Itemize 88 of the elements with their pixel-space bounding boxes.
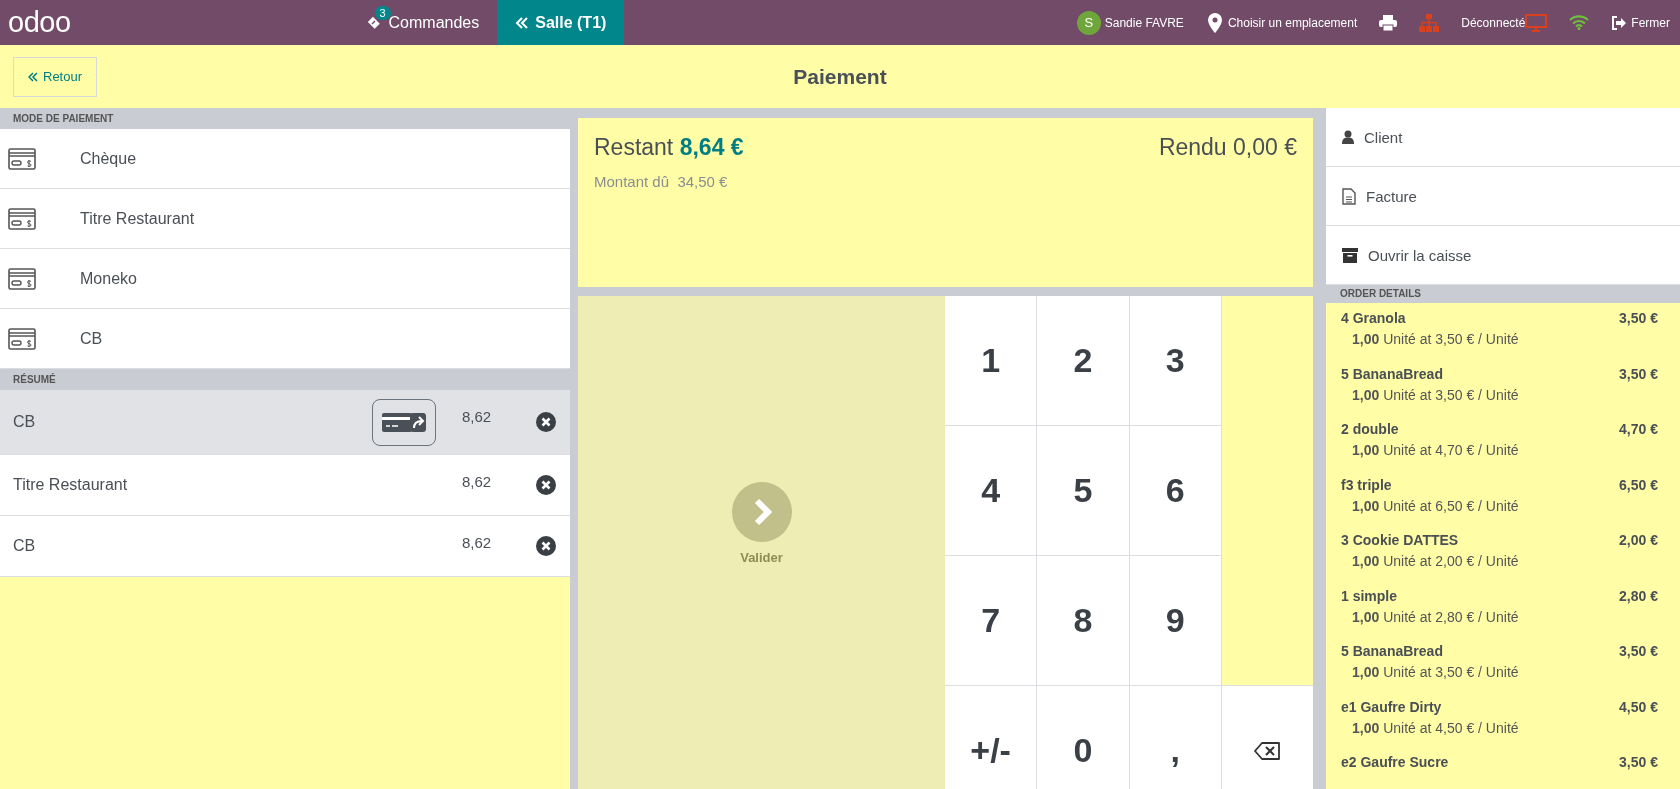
amount-due: Montant dû 34,50 € xyxy=(594,173,728,190)
payment-amount: 8,62 xyxy=(462,534,493,551)
order-line-name: 5 BananaBread xyxy=(1341,643,1443,659)
order-line-detail: 1,00 Unité at 3,50 € / Unité xyxy=(1352,331,1520,347)
order-line-name: 2 double xyxy=(1341,421,1399,437)
order-line-name: f3 triple xyxy=(1341,476,1392,493)
page-title: Paiement xyxy=(793,64,887,89)
double-chevron-icon xyxy=(515,15,530,30)
user-avatar: S xyxy=(1076,10,1101,35)
order-line-price: 6,50 € xyxy=(1619,476,1658,493)
keypad-key[interactable]: , xyxy=(1129,686,1221,789)
send-to-terminal-button[interactable] xyxy=(372,398,436,446)
order-line-name: 5 BananaBread xyxy=(1341,365,1443,382)
payment-line-name: CB xyxy=(13,537,37,555)
section-header: RÉSUMÉ xyxy=(0,369,570,390)
card-cash-icon xyxy=(8,147,36,170)
order-line-price: 4,50 € xyxy=(1619,698,1658,715)
remove-icon[interactable] xyxy=(536,412,556,432)
card-cash-icon xyxy=(8,327,36,350)
ticket-icon xyxy=(366,15,383,30)
keypad-key[interactable]: 2 xyxy=(1037,296,1129,425)
order-line-name: 1 simple xyxy=(1341,587,1398,604)
keypad-key[interactable]: 1 xyxy=(945,296,1037,425)
archive-box-icon xyxy=(1342,247,1358,263)
keypad-key[interactable]: +/- xyxy=(945,686,1037,789)
remove-icon[interactable] xyxy=(536,475,556,495)
order-line-name: e2 Gaufre Sucre xyxy=(1341,754,1449,770)
order-line-price: 2,00 € xyxy=(1619,532,1658,548)
connection-status: Déconnecté xyxy=(1461,15,1526,30)
keypad-key[interactable]: 7 xyxy=(945,556,1037,685)
user-icon xyxy=(1342,130,1354,144)
action-button[interactable]: Client xyxy=(1326,108,1680,167)
payment-method-item[interactable]: Chèque xyxy=(0,129,570,189)
section-header: ORDER DETAILS xyxy=(1326,285,1680,303)
order-line-detail: 1,00 Unité at 2,80 € / Unité xyxy=(1352,608,1520,625)
order-line-detail: 1,00 Unité at 4,70 € / Unité xyxy=(1352,442,1520,458)
keypad-key[interactable]: 5 xyxy=(1037,426,1129,555)
order-line-price: 3,50 € xyxy=(1619,643,1658,659)
payment-line-name: Titre Restaurant xyxy=(13,476,129,494)
payment-amount: 8,62 xyxy=(462,473,493,490)
order-line-name: 3 Cookie DATTES xyxy=(1341,532,1459,548)
keypad-key[interactable]: 6 xyxy=(1129,426,1221,555)
remove-icon[interactable] xyxy=(536,536,556,556)
order-line-price: 2,80 € xyxy=(1619,587,1658,604)
order-line-detail: 1,00 Unité at 3,50 € / Unité xyxy=(1352,664,1520,680)
location-selector[interactable]: Choisir un emplacement xyxy=(1227,15,1358,30)
odoo-logo: odoo xyxy=(8,8,71,37)
order-line-name: 4 Granola xyxy=(1341,310,1406,326)
order-line-detail: 1,00 Unité at 6,50 € / Unité xyxy=(1352,497,1520,514)
back-button[interactable]: Retour xyxy=(13,56,98,97)
order-line-price: 3,50 € xyxy=(1619,310,1658,326)
payment-amount: 8,62 xyxy=(462,408,493,425)
payment-method-item[interactable]: CB xyxy=(0,309,570,369)
keypad-key[interactable]: 8 xyxy=(1037,556,1129,685)
user-name[interactable]: Sandie FAVRE xyxy=(1104,15,1184,30)
order-line-name: e1 Gaufre Dirty xyxy=(1341,698,1442,715)
monitor-icon xyxy=(1525,13,1548,32)
location-pin-icon xyxy=(1207,12,1222,33)
double-chevron-icon xyxy=(28,71,38,82)
keypad-key[interactable]: 3 xyxy=(1129,296,1221,425)
order-line-price: 3,50 € xyxy=(1619,365,1658,382)
card-forward-icon xyxy=(381,410,427,434)
close-button[interactable]: Fermer xyxy=(1611,15,1670,30)
payment-method-item[interactable]: Moneko xyxy=(0,249,570,309)
backspace-icon xyxy=(1254,741,1281,760)
wifi-icon xyxy=(1569,15,1590,30)
action-button[interactable]: Ouvrir la caisse xyxy=(1326,226,1680,285)
change-amount: Rendu 0,00 € xyxy=(1158,134,1297,161)
nav-tab[interactable]: Salle (T1) xyxy=(497,0,625,45)
keypad-key[interactable]: 9 xyxy=(1129,556,1221,685)
chevron-circle-icon xyxy=(731,481,792,542)
order-line-price: 3,50 € xyxy=(1619,754,1658,770)
section-header: MODE DE PAIEMENT xyxy=(0,108,570,129)
remaining-amount: Restant 8,64 € xyxy=(594,134,744,161)
card-cash-icon xyxy=(8,267,36,290)
keypad-key[interactable]: 0 xyxy=(1037,686,1129,789)
card-cash-icon xyxy=(8,207,36,230)
payment-line-name: CB xyxy=(13,413,37,431)
payment-method-item[interactable]: Titre Restaurant xyxy=(0,189,570,249)
order-line-detail: 1,00 Unité at 2,00 € / Unité xyxy=(1352,553,1520,569)
printer-icon[interactable] xyxy=(1379,14,1398,31)
document-icon xyxy=(1342,187,1356,205)
order-line-price: 4,70 € xyxy=(1619,421,1658,437)
order-line-detail: 1,00 Unité at 3,50 € / Unité xyxy=(1352,386,1520,403)
sign-out-icon xyxy=(1611,15,1628,30)
order-line-detail: 1,00 Unité at 4,50 € / Unité xyxy=(1352,719,1520,736)
action-button[interactable]: Facture xyxy=(1326,167,1680,226)
keypad-key[interactable]: 4 xyxy=(945,426,1037,555)
